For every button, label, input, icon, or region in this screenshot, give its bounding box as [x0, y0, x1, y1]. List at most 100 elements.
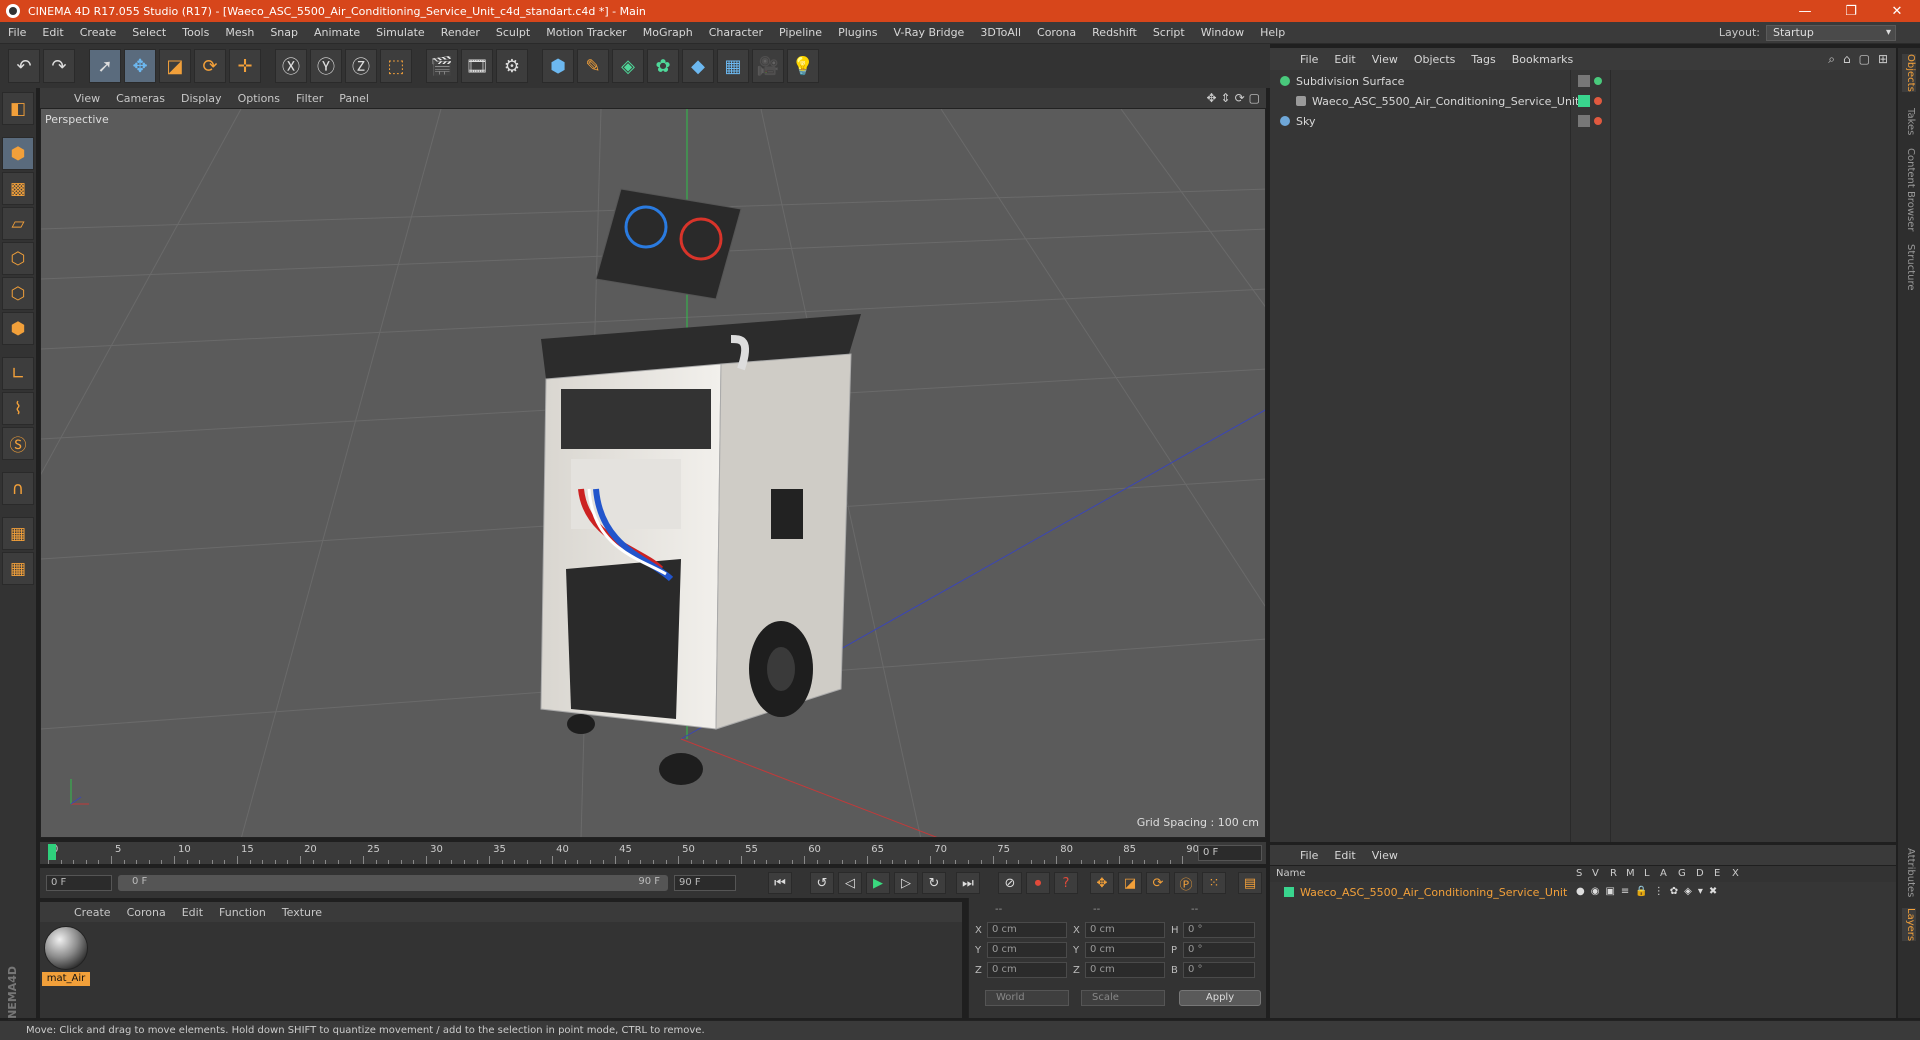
layer-row[interactable]: Waeco_ASC_5500_Air_Conditioning_Service_… — [1284, 884, 1567, 900]
edges-mode-icon[interactable]: ⬡ — [2, 277, 34, 310]
render-settings-icon[interactable]: ⚙ — [496, 49, 528, 83]
menu-corona[interactable]: Corona — [1029, 26, 1084, 39]
prev-frame-icon[interactable]: ◁ — [838, 872, 862, 894]
lm-menu-view[interactable]: View — [1364, 849, 1406, 862]
pan-icon[interactable]: ✥ — [1206, 91, 1216, 105]
visibility-dot-icon[interactable] — [1594, 77, 1602, 85]
axis-mode-icon[interactable]: ∟ — [2, 357, 34, 390]
object-row[interactable]: Sky — [1276, 112, 1890, 130]
viewport-menu-cameras[interactable]: Cameras — [108, 92, 173, 105]
x-axis-icon[interactable]: Ⓧ — [275, 49, 307, 83]
solo-toggle-icon[interactable]: ● — [1576, 886, 1585, 897]
maximize-view-icon[interactable]: ▢ — [1249, 91, 1260, 105]
visible-toggle-icon[interactable]: ◉ — [1591, 886, 1600, 897]
menu-3dtoall[interactable]: 3DToAll — [972, 26, 1029, 39]
layer-tag-icon[interactable] — [1578, 115, 1590, 127]
object-name[interactable]: Sky — [1296, 115, 1315, 128]
redo-icon[interactable]: ↷ — [43, 49, 75, 83]
orbit-icon[interactable]: ⟳ — [1235, 91, 1245, 105]
menu-render[interactable]: Render — [433, 26, 488, 39]
floor-icon[interactable]: ▦ — [717, 49, 749, 83]
undo-icon[interactable]: ↶ — [8, 49, 40, 83]
subdivision-icon[interactable]: ◈ — [612, 49, 644, 83]
zoom-icon[interactable]: ⇕ — [1221, 91, 1231, 105]
menu-plugins[interactable]: Plugins — [830, 26, 885, 39]
expression-toggle-icon[interactable]: ▾ — [1698, 886, 1703, 897]
deformer-icon[interactable]: ◆ — [682, 49, 714, 83]
viewport-menu-filter[interactable]: Filter — [288, 92, 331, 105]
restore-button[interactable]: ❐ — [1828, 0, 1874, 22]
material-menu-function[interactable]: Function — [211, 906, 274, 919]
z-axis-icon[interactable]: Ⓩ — [345, 49, 377, 83]
model-mode-icon[interactable]: ⬢ — [2, 137, 34, 170]
timeline-ruler[interactable]: 051015202530354045505560657075808590 0 F — [40, 842, 1266, 864]
visibility-dot-icon[interactable] — [1594, 117, 1602, 125]
menu-snap[interactable]: Snap — [262, 26, 306, 39]
expand-icon[interactable]: ⊞ — [1878, 52, 1888, 67]
render-toggle-icon[interactable]: ▣ — [1605, 886, 1614, 897]
transform-tool-icon[interactable]: ✛ — [229, 49, 261, 83]
layout-select[interactable]: Startup — [1766, 24, 1896, 41]
timeline-playhead[interactable] — [48, 844, 56, 860]
object-name[interactable]: Waeco_ASC_5500_Air_Conditioning_Service_… — [1312, 95, 1579, 108]
render-view-icon[interactable]: 🎬 — [426, 49, 458, 83]
menu-mesh[interactable]: Mesh — [217, 26, 262, 39]
light-icon[interactable]: 💡 — [787, 49, 819, 83]
y-axis-icon[interactable]: Ⓨ — [310, 49, 342, 83]
autokey-icon[interactable]: ? — [1054, 872, 1078, 894]
tweak-mode-icon[interactable]: ⌇ — [2, 392, 34, 425]
key-scale-icon[interactable]: ◪ — [1118, 872, 1142, 894]
position-z-field[interactable]: 0 cm — [987, 962, 1067, 978]
lm-menu-edit[interactable]: Edit — [1326, 849, 1363, 862]
frame-ruler[interactable]: 051015202530354045505560657075808590 — [48, 842, 1199, 864]
tab-objects[interactable]: Objects — [1902, 54, 1916, 92]
viewport-perspective[interactable]: Perspective Grid Spacing : 100 cm — [40, 108, 1266, 838]
new-view-icon[interactable]: ▢ — [1859, 52, 1870, 67]
om-menu-view[interactable]: View — [1364, 53, 1406, 66]
object-row[interactable]: Waeco_ASC_5500_Air_Conditioning_Service_… — [1292, 92, 1906, 110]
rotation-h-field[interactable]: 0 ° — [1183, 922, 1255, 938]
workplane-mode-icon[interactable]: ▱ — [2, 207, 34, 240]
material-preview-swatch[interactable] — [44, 926, 88, 970]
rotate-tool-icon[interactable]: ⟳ — [194, 49, 226, 83]
viewport-menu-view[interactable]: View — [66, 92, 108, 105]
end-frame-field[interactable]: 90 F — [674, 875, 736, 891]
menu-redshift[interactable]: Redshift — [1084, 26, 1145, 39]
menu-script[interactable]: Script — [1145, 26, 1193, 39]
lock-workplane-icon[interactable]: ▦ — [2, 517, 34, 550]
array-icon[interactable]: ✿ — [647, 49, 679, 83]
snap-icon[interactable]: ∩ — [2, 472, 34, 505]
visibility-dot-icon[interactable] — [1594, 97, 1602, 105]
menu-sculpt[interactable]: Sculpt — [488, 26, 538, 39]
move-tool-icon[interactable]: ✥ — [124, 49, 156, 83]
menu-simulate[interactable]: Simulate — [368, 26, 433, 39]
om-menu-objects[interactable]: Objects — [1406, 53, 1464, 66]
material-menu-texture[interactable]: Texture — [274, 906, 330, 919]
frame-range-slider[interactable]: 0 F 90 F — [118, 875, 668, 891]
key-pla-icon[interactable]: ⁙ — [1202, 872, 1226, 894]
material-menu-create[interactable]: Create — [66, 906, 119, 919]
scale-tool-icon[interactable]: ◪ — [159, 49, 191, 83]
manager-toggle-icon[interactable]: ≡ — [1621, 886, 1629, 897]
tab-attributes[interactable]: Attributes — [1902, 848, 1916, 897]
apply-button[interactable]: Apply — [1179, 990, 1261, 1006]
menu-character[interactable]: Character — [701, 26, 771, 39]
start-frame-field[interactable]: 0 F — [46, 875, 112, 891]
size-z-field[interactable]: 0 cm — [1085, 962, 1165, 978]
menu-vray-bridge[interactable]: V-Ray Bridge — [885, 26, 972, 39]
goto-start-icon[interactable]: ⏮ — [768, 872, 792, 894]
layer-tag-icon[interactable] — [1578, 75, 1590, 87]
layer-tag-icon[interactable] — [1578, 95, 1590, 107]
close-button[interactable]: ✕ — [1874, 0, 1920, 22]
menu-edit[interactable]: Edit — [34, 26, 71, 39]
search-icon[interactable]: ⌕ — [1828, 52, 1835, 67]
points-mode-icon[interactable]: ⬡ — [2, 242, 34, 275]
size-mode-select[interactable]: Scale — [1081, 990, 1165, 1006]
viewport-menu-panel[interactable]: Panel — [331, 92, 377, 105]
tab-takes[interactable]: Takes — [1902, 108, 1916, 135]
key-parameter-icon[interactable]: Ⓟ — [1174, 872, 1198, 894]
animation-toggle-icon[interactable]: ⋮ — [1654, 886, 1664, 897]
layer-name[interactable]: Waeco_ASC_5500_Air_Conditioning_Service_… — [1300, 886, 1567, 899]
polygons-mode-icon[interactable]: ⬢ — [2, 312, 34, 345]
size-x-field[interactable]: 0 cm — [1085, 922, 1165, 938]
